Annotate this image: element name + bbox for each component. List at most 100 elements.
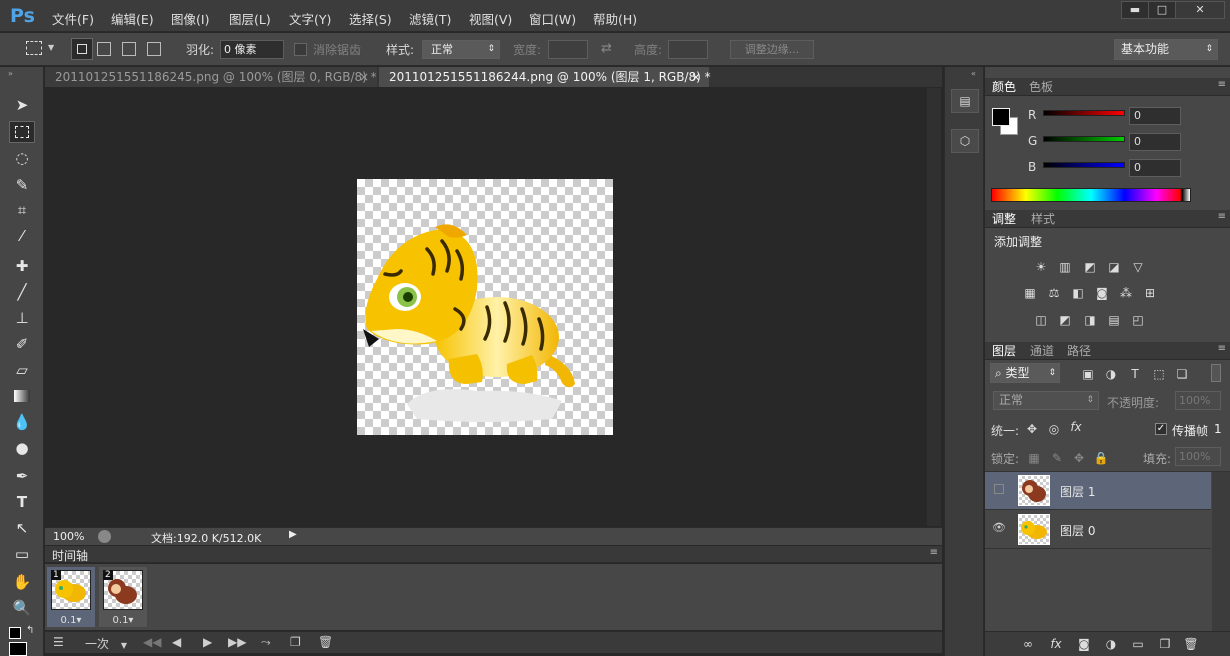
- photo-filter-icon[interactable]: ◙: [1093, 285, 1111, 301]
- panel-menu-icon[interactable]: ≡: [1218, 343, 1226, 354]
- foreground-color-swatch[interactable]: [9, 627, 21, 639]
- crop-tool-icon[interactable]: ⌗: [9, 199, 35, 221]
- first-frame-icon[interactable]: ◀◀: [143, 635, 161, 649]
- red-slider[interactable]: [1043, 110, 1125, 116]
- color-spectrum-bar[interactable]: [991, 188, 1191, 202]
- eye-icon[interactable]: 👁: [991, 521, 1007, 537]
- healing-brush-icon[interactable]: ✚: [9, 255, 35, 277]
- history-panel-icon[interactable]: ▤: [951, 89, 979, 113]
- link-layers-icon[interactable]: ∞: [1019, 636, 1037, 652]
- lock-transparent-icon[interactable]: ▦: [1025, 450, 1043, 466]
- lock-pixels-icon[interactable]: ✎: [1048, 450, 1066, 466]
- unify-style-icon[interactable]: fx: [1067, 419, 1085, 435]
- blue-slider[interactable]: [1043, 162, 1125, 168]
- green-input[interactable]: 0: [1129, 133, 1181, 151]
- add-selection-icon[interactable]: [97, 42, 111, 56]
- blue-input[interactable]: 0: [1129, 159, 1181, 177]
- filter-adjustment-icon[interactable]: ◑: [1102, 366, 1120, 382]
- new-adjustment-icon[interactable]: ◑: [1102, 636, 1120, 652]
- posterize-icon[interactable]: ◩: [1056, 312, 1074, 328]
- antialias-checkbox[interactable]: [294, 43, 307, 56]
- expand-icon[interactable]: «: [971, 69, 976, 78]
- intersect-selection-icon[interactable]: [147, 42, 161, 56]
- workspace-select[interactable]: 基本功能 ⇕: [1114, 39, 1218, 60]
- green-slider[interactable]: [1043, 136, 1125, 142]
- layer-filter-select[interactable]: ⌕ 类型 ⇕: [990, 363, 1060, 383]
- style-select[interactable]: 正常 ⇕: [422, 40, 500, 59]
- lock-position-icon[interactable]: ✥: [1070, 450, 1088, 466]
- menu-filter[interactable]: 滤镜(T): [409, 9, 451, 28]
- eraser-tool-icon[interactable]: ▱: [9, 359, 35, 381]
- tween-icon[interactable]: ⤳: [261, 635, 271, 650]
- curves-icon[interactable]: ◩: [1081, 259, 1099, 275]
- rectangle-tool-icon[interactable]: ▭: [9, 543, 35, 565]
- dodge-tool-icon[interactable]: ●: [9, 437, 35, 459]
- layer-name[interactable]: 图层 1: [1060, 483, 1095, 500]
- fill-input[interactable]: 100%: [1175, 447, 1221, 466]
- marquee-tool-preset-icon[interactable]: [26, 41, 42, 55]
- filter-smart-object-icon[interactable]: ❏: [1173, 366, 1191, 382]
- filter-type-icon[interactable]: T: [1126, 366, 1144, 382]
- swap-icon[interactable]: ⇄: [601, 41, 612, 56]
- close-button[interactable]: ✕: [1175, 1, 1225, 19]
- type-tool-icon[interactable]: T: [9, 491, 35, 513]
- share-icon[interactable]: [98, 530, 111, 543]
- menu-help[interactable]: 帮助(H): [593, 9, 637, 28]
- menu-file[interactable]: 文件(F): [52, 9, 94, 28]
- black-white-icon[interactable]: ◧: [1069, 285, 1087, 301]
- layer-row-layer-1[interactable]: 图层 1: [985, 472, 1211, 510]
- close-icon[interactable]: ×: [359, 67, 369, 87]
- brush-tool-icon[interactable]: ╱: [9, 281, 35, 303]
- color-balance-icon[interactable]: ⚖: [1045, 285, 1063, 301]
- preset-dropdown-icon[interactable]: ▼: [48, 43, 54, 52]
- minimize-button[interactable]: ▬: [1121, 1, 1149, 19]
- blur-tool-icon[interactable]: 💧: [9, 411, 35, 433]
- opacity-input[interactable]: 100%: [1175, 391, 1221, 410]
- unify-visibility-icon[interactable]: ◎: [1045, 421, 1063, 437]
- filter-shape-icon[interactable]: ⬚: [1150, 366, 1168, 382]
- propagate-checkbox[interactable]: ✓: [1155, 423, 1167, 435]
- subtract-selection-icon[interactable]: [122, 42, 136, 56]
- menu-view[interactable]: 视图(V): [469, 9, 512, 28]
- rectangular-marquee-icon[interactable]: [9, 121, 35, 143]
- tab-document-1[interactable]: 201101251551186245.png @ 100% (图层 0, RGB…: [45, 67, 377, 87]
- 3d-panel-icon[interactable]: ⬡: [951, 129, 979, 153]
- history-brush-icon[interactable]: ✐: [9, 333, 35, 355]
- delete-layer-icon[interactable]: 🗑: [1182, 636, 1200, 652]
- collapse-icon[interactable]: »: [8, 69, 13, 78]
- menu-select[interactable]: 选择(S): [349, 9, 392, 28]
- delete-frame-icon[interactable]: 🗑: [318, 635, 333, 649]
- color-lookup-icon[interactable]: ⊞: [1141, 285, 1159, 301]
- filter-toggle[interactable]: [1211, 364, 1221, 382]
- background-color-swatch[interactable]: [9, 642, 27, 656]
- exposure-icon[interactable]: ◪: [1105, 259, 1123, 275]
- levels-icon[interactable]: ▥: [1056, 259, 1074, 275]
- convert-timeline-icon[interactable]: ☰: [53, 635, 64, 649]
- quick-selection-icon[interactable]: ✎: [9, 174, 35, 196]
- vibrance-icon[interactable]: ▽: [1129, 259, 1147, 275]
- next-frame-icon[interactable]: ▶▶: [228, 635, 246, 649]
- clone-stamp-icon[interactable]: ⊥: [9, 307, 35, 329]
- eyedropper-icon[interactable]: ⁄: [9, 225, 35, 247]
- animation-frame-1[interactable]: 1 0.1▾: [47, 567, 95, 627]
- tab-swatches[interactable]: 色板: [1029, 79, 1053, 95]
- brightness-icon[interactable]: ☀: [1032, 259, 1050, 275]
- maximize-button[interactable]: □: [1148, 1, 1176, 19]
- frame-delay[interactable]: 0.1▾: [99, 615, 147, 626]
- tab-channels[interactable]: 通道: [1030, 343, 1054, 359]
- invert-icon[interactable]: ◫: [1032, 312, 1050, 328]
- height-input[interactable]: [668, 40, 708, 59]
- tab-layers[interactable]: 图层: [992, 343, 1016, 359]
- new-selection-icon[interactable]: [71, 38, 93, 60]
- selective-color-icon[interactable]: ◰: [1129, 312, 1147, 328]
- menu-edit[interactable]: 编辑(E): [111, 9, 154, 28]
- tab-document-2[interactable]: 201101251551186244.png @ 100% (图层 1, RGB…: [379, 67, 711, 87]
- filter-pixel-icon[interactable]: ▣: [1079, 366, 1097, 382]
- tab-styles[interactable]: 样式: [1031, 211, 1055, 227]
- menu-layer[interactable]: 图层(L): [229, 9, 271, 28]
- panel-menu-icon[interactable]: ≡: [1218, 211, 1226, 222]
- tab-adjustments[interactable]: 调整: [992, 211, 1016, 227]
- pen-tool-icon[interactable]: ✒: [9, 465, 35, 487]
- swap-colors-icon[interactable]: ↰: [26, 625, 34, 636]
- tab-paths[interactable]: 路径: [1067, 343, 1091, 359]
